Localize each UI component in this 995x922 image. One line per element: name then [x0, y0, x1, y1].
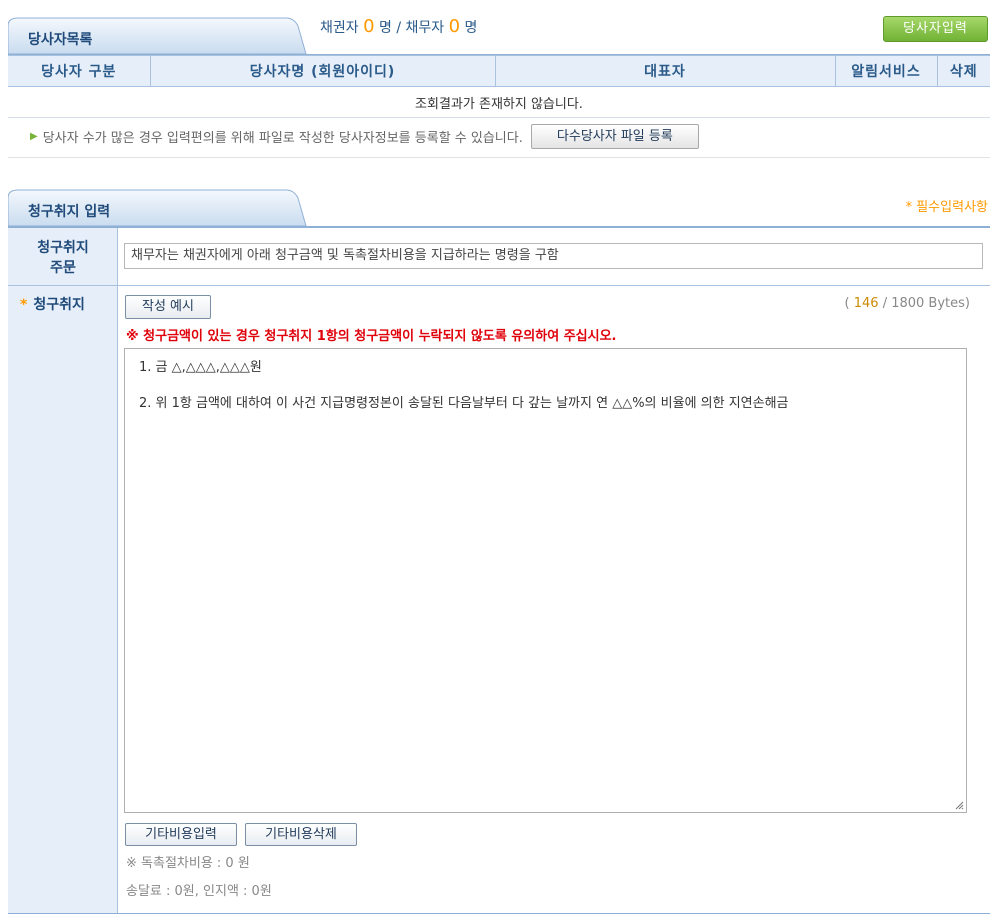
summary-label-line1: 청구취지	[37, 240, 89, 256]
creditor-count: 0	[363, 16, 375, 37]
bulk-note-text: 당사자 수가 많은 경우 입력편의를 위해 파일로 작성한 당사자정보를 등록할…	[42, 131, 523, 146]
col-party-type: 당사자 구분	[8, 55, 151, 87]
summary-label-line2: 주문	[50, 260, 76, 276]
party-counts: 채권자 0 명 / 채무자 0 명	[320, 16, 477, 37]
row-divider	[8, 285, 990, 286]
arrow-right-icon: ▶	[30, 131, 38, 142]
creditor-unit: 명	[379, 20, 392, 36]
party-list-tab: 당사자목록	[8, 16, 308, 56]
procedure-cost-text: ※ 독촉절차비용 : 0 원	[126, 856, 250, 871]
byte-counter: ( 146 / 1800 Bytes)	[845, 296, 971, 311]
warning-text: ※ 청구금액이 있는 경우 청구취지 1항의 청구금액이 누락되지 않도록 유의…	[126, 329, 617, 344]
empty-message: 조회결과가 존재하지 않습니다.	[8, 86, 990, 118]
party-list-title: 당사자목록	[28, 32, 93, 48]
add-party-button[interactable]: 당사자입력	[883, 16, 988, 42]
claim-line-1: 1. 금 △,△△△,△△△원	[139, 360, 262, 375]
purpose-label-text: 청구취지	[33, 297, 85, 313]
other-cost-input-button[interactable]: 기타비용입력	[125, 823, 237, 846]
col-representative: 대표자	[495, 55, 836, 87]
claim-summary-field[interactable]: 채무자는 채권자에게 아래 청구금액 및 독촉절차비용을 지급하라는 명령을 구…	[124, 243, 983, 269]
summary-label: 청구취지 주문	[8, 238, 118, 278]
byte-current: 146	[853, 296, 879, 311]
byte-sep: /	[882, 296, 888, 311]
col-delete: 삭제	[937, 55, 990, 87]
writing-example-button[interactable]: 작성 예시	[125, 295, 211, 319]
party-table-header: 당사자 구분 당사자명 (회원아이디) 대표자 알림서비스 삭제	[8, 55, 990, 87]
creditor-label: 채권자	[320, 20, 359, 36]
claim-purpose-textarea[interactable]: 1. 금 △,△△△,△△△원 2. 위 1항 금액에 대하여 이 사건 지급명…	[124, 348, 967, 813]
resize-grip-icon[interactable]	[954, 800, 964, 810]
claim-line-2: 2. 위 1항 금액에 대하여 이 사건 지급명령정본이 송달된 다음날부터 다…	[139, 396, 789, 411]
other-cost-delete-button[interactable]: 기타비용삭제	[245, 823, 357, 846]
section-separator	[8, 157, 990, 158]
debtor-count: 0	[448, 16, 461, 37]
bulk-file-register-button[interactable]: 다수당사자 파일 등록	[530, 124, 699, 149]
label-column	[8, 228, 118, 913]
byte-max: 1800 Bytes)	[891, 296, 970, 311]
bulk-register-note: ▶ 당사자 수가 많은 경우 입력편의를 위해 파일로 작성한 당사자정보를 등…	[30, 124, 699, 149]
party-table: 당사자 구분 당사자명 (회원아이디) 대표자 알림서비스 삭제 조회결과가 존…	[8, 55, 990, 118]
debtor-unit: 명	[464, 20, 478, 36]
delivery-stamp-fee-text: 송달료 : 0원, 인지액 : 0원	[126, 884, 272, 899]
required-star: *	[20, 297, 28, 313]
claim-purpose-tab: 청구취지 입력	[8, 188, 308, 228]
claim-purpose-title: 청구취지 입력	[28, 204, 111, 220]
debtor-label: / 채무자	[396, 20, 445, 36]
purpose-label: * 청구취지	[20, 294, 85, 314]
col-notification: 알림서비스	[835, 55, 938, 87]
required-fields-note: * 필수입력사항	[905, 200, 988, 215]
byte-open: (	[844, 296, 850, 311]
claim-purpose-form: 청구취지 주문 채무자는 채권자에게 아래 청구금액 및 독촉절차비용을 지급하…	[8, 226, 990, 914]
col-party-name: 당사자명 (회원아이디)	[150, 55, 496, 87]
table-row: 조회결과가 존재하지 않습니다.	[8, 86, 990, 118]
